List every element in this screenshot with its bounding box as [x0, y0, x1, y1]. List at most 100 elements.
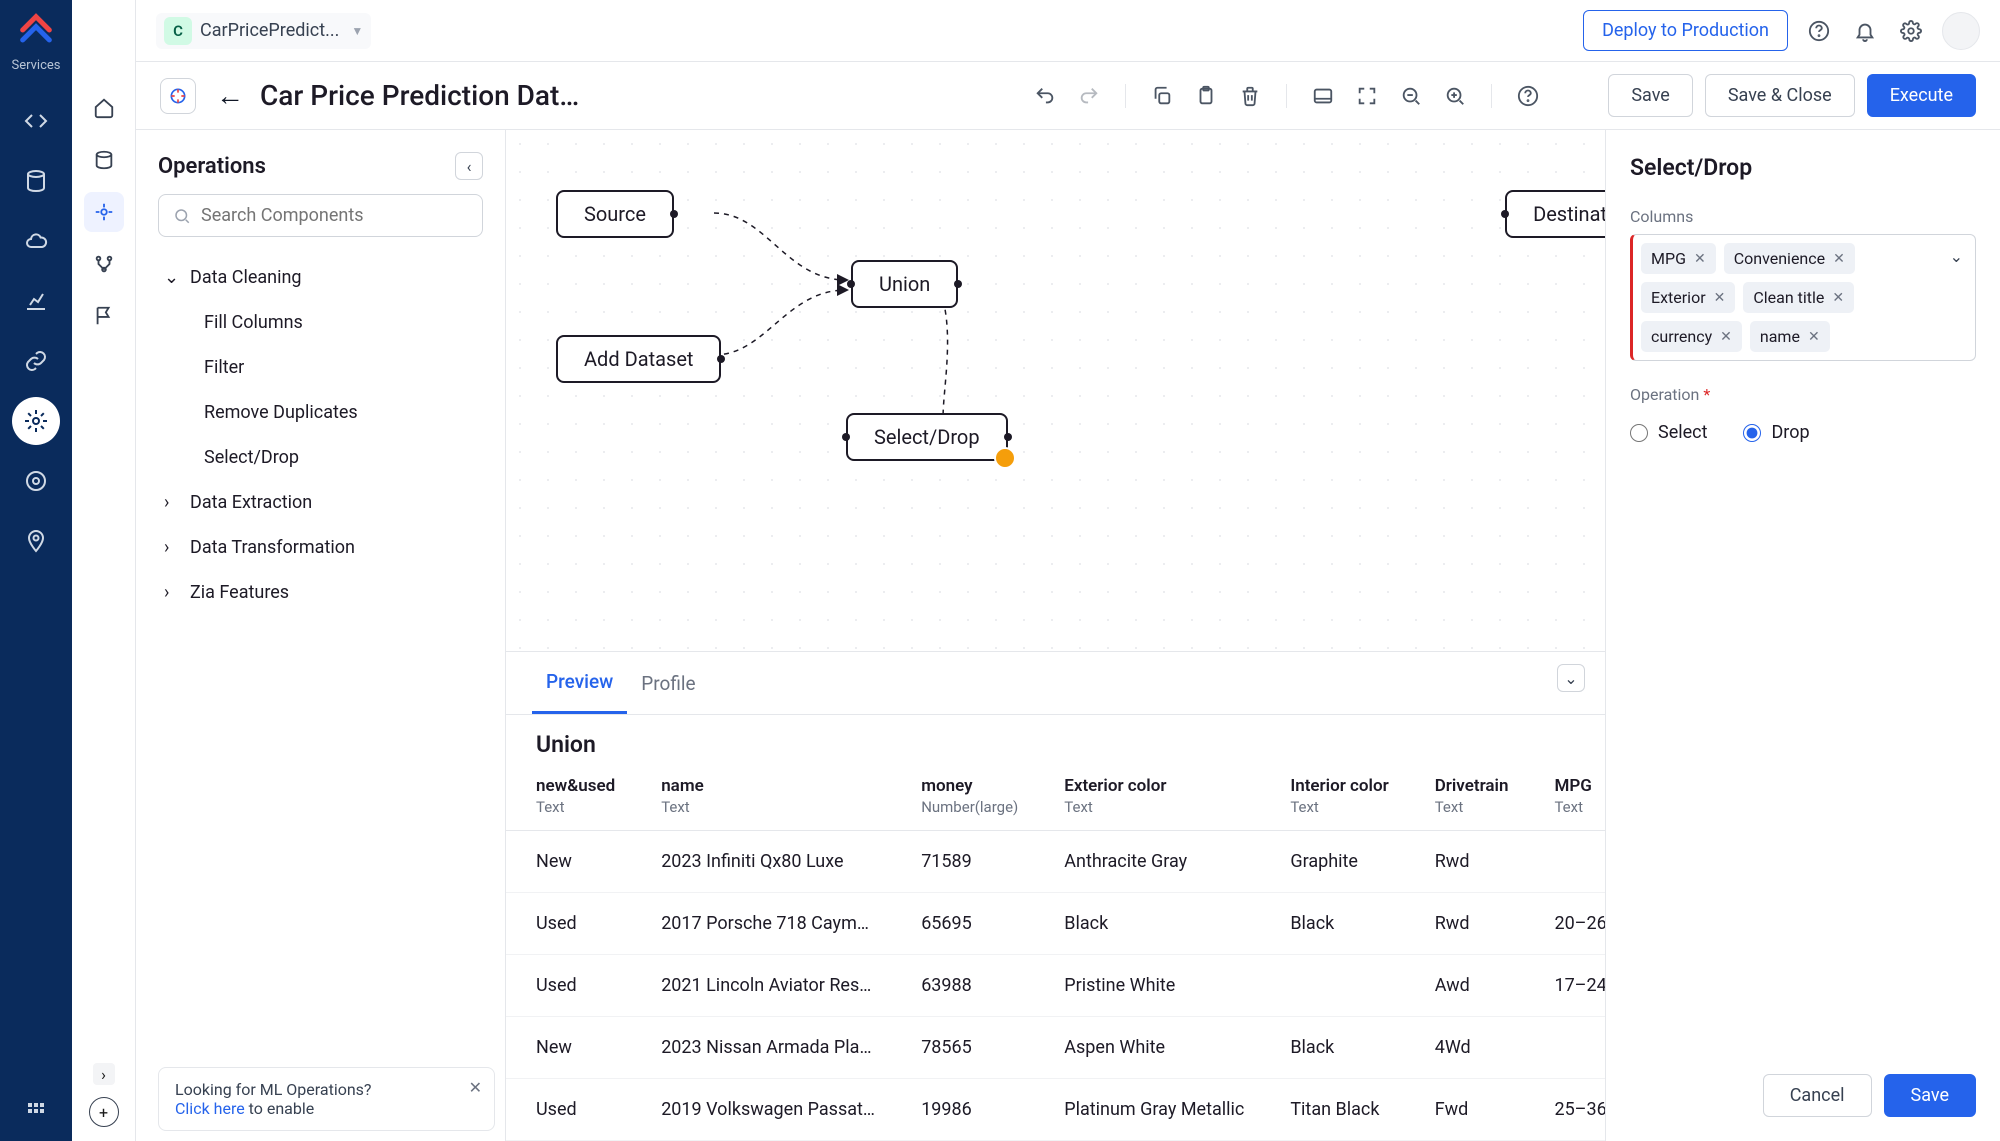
rail-code-icon[interactable]: [12, 97, 60, 145]
undo-icon[interactable]: [1029, 80, 1061, 112]
delete-icon[interactable]: [1234, 80, 1266, 112]
column-header[interactable]: Interior colorText: [1260, 764, 1404, 831]
column-header[interactable]: moneyNumber(large): [891, 764, 1034, 831]
collapse-sidebar-button[interactable]: ‹: [455, 152, 483, 180]
deploy-button[interactable]: Deploy to Production: [1583, 10, 1788, 51]
pipeline-canvas[interactable]: Source Add Dataset Union Select/Drop Des…: [506, 130, 1605, 651]
promo-link[interactable]: Click here: [175, 1099, 245, 1118]
help-icon[interactable]: [1804, 16, 1834, 46]
fullscreen-icon[interactable]: [1351, 80, 1383, 112]
tree-zia-features[interactable]: ›Zia Features: [136, 570, 505, 615]
home-icon[interactable]: [84, 88, 124, 128]
tree-remove-duplicates[interactable]: Remove Duplicates: [136, 390, 505, 435]
gear-icon[interactable]: [1896, 16, 1926, 46]
column-tag[interactable]: MPG✕: [1641, 243, 1716, 274]
save-button[interactable]: Save: [1608, 74, 1693, 117]
back-arrow-icon[interactable]: ←: [216, 79, 244, 112]
project-selector[interactable]: C CarPricePredict... ▼: [156, 13, 371, 49]
execute-button[interactable]: Execute: [1867, 74, 1976, 117]
column-header[interactable]: new&usedText: [506, 764, 631, 831]
tree-data-cleaning[interactable]: ⌄Data Cleaning: [136, 255, 505, 300]
table-cell: Aspen White: [1034, 1017, 1260, 1079]
redo-icon[interactable]: [1073, 80, 1105, 112]
table-row[interactable]: New2023 Nissan Armada Platinum78565Aspen…: [506, 1017, 1605, 1079]
info-icon[interactable]: [1512, 80, 1544, 112]
table-row[interactable]: Used2021 Lincoln Aviator Reserve A...639…: [506, 955, 1605, 1017]
expand-rail-toggle[interactable]: ›: [93, 1063, 115, 1085]
zoom-out-icon[interactable]: [1395, 80, 1427, 112]
column-header[interactable]: Exterior colorText: [1034, 764, 1260, 831]
table-cell: Platinum Gray Metallic: [1034, 1079, 1260, 1141]
flag-icon[interactable]: [84, 296, 124, 336]
radio-select[interactable]: Select: [1630, 422, 1707, 443]
node-add-dataset[interactable]: Add Dataset: [556, 335, 721, 383]
node-source[interactable]: Source: [556, 190, 674, 238]
chevron-down-icon[interactable]: ⌄: [1950, 247, 1963, 266]
rail-plugin-icon[interactable]: [12, 457, 60, 505]
column-tag[interactable]: Exterior✕: [1641, 282, 1735, 313]
search-icon: [173, 207, 191, 225]
rail-location-icon[interactable]: [12, 517, 60, 565]
tree-fill-columns[interactable]: Fill Columns: [136, 300, 505, 345]
tree-filter[interactable]: Filter: [136, 345, 505, 390]
rail-link-icon[interactable]: [12, 337, 60, 385]
column-header[interactable]: MPGText: [1524, 764, 1605, 831]
preview-tabs: Preview Profile ⌄: [506, 652, 1605, 715]
column-tag[interactable]: Clean title✕: [1743, 282, 1854, 313]
panel-save-button[interactable]: Save: [1884, 1074, 1977, 1117]
cancel-button[interactable]: Cancel: [1763, 1074, 1872, 1117]
model-icon[interactable]: [84, 244, 124, 284]
save-close-button[interactable]: Save & Close: [1705, 74, 1855, 117]
tree-select-drop[interactable]: Select/Drop: [136, 435, 505, 480]
remove-tag-icon[interactable]: ✕: [1720, 329, 1732, 345]
remove-tag-icon[interactable]: ✕: [1694, 251, 1706, 267]
node-select-drop[interactable]: Select/Drop: [846, 413, 1008, 461]
fit-icon[interactable]: [1307, 80, 1339, 112]
column-tag[interactable]: name✕: [1750, 321, 1830, 352]
tab-preview[interactable]: Preview: [532, 652, 627, 714]
remove-tag-icon[interactable]: ✕: [1714, 290, 1726, 306]
rail-chart-icon[interactable]: [12, 277, 60, 325]
expand-preview-button[interactable]: ⌄: [1557, 664, 1585, 692]
radio-drop[interactable]: Drop: [1743, 422, 1809, 443]
table-row[interactable]: Used2017 Porsche 718 Cayman S65695BlackB…: [506, 893, 1605, 955]
rail-ml-icon[interactable]: [12, 397, 60, 445]
remove-tag-icon[interactable]: ✕: [1808, 329, 1820, 345]
node-union[interactable]: Union: [851, 260, 958, 308]
search-components[interactable]: [158, 194, 483, 237]
page-title: Car Price Prediction Data P...: [260, 79, 580, 112]
search-input[interactable]: [201, 205, 468, 226]
promo-line2: to enable: [245, 1099, 315, 1118]
table-row[interactable]: New2023 Infiniti Qx80 Luxe71589Anthracit…: [506, 831, 1605, 893]
copy-icon[interactable]: [1146, 80, 1178, 112]
node-destination[interactable]: Destinat: [1505, 190, 1605, 238]
column-tag[interactable]: Convenience✕: [1724, 243, 1855, 274]
paste-icon[interactable]: [1190, 80, 1222, 112]
spark-icon[interactable]: [160, 78, 196, 114]
rail-apps-icon[interactable]: [12, 1087, 60, 1135]
rail-database-icon[interactable]: [12, 157, 60, 205]
zoom-in-icon[interactable]: [1439, 80, 1471, 112]
rail-cloud-icon[interactable]: [12, 217, 60, 265]
tree-data-extraction[interactable]: ›Data Extraction: [136, 480, 505, 525]
bell-icon[interactable]: [1850, 16, 1880, 46]
remove-tag-icon[interactable]: ✕: [1832, 290, 1844, 306]
columns-tagbox[interactable]: ⌄ MPG✕ Convenience✕ Exterior✕ Clean title✕c…: [1630, 234, 1976, 361]
pipeline-icon[interactable]: [84, 192, 124, 232]
table-cell: 20–26: [1524, 893, 1605, 955]
tree-data-transformation[interactable]: ›Data Transformation: [136, 525, 505, 570]
data-icon[interactable]: [84, 140, 124, 180]
table-row[interactable]: Used2019 Volkswagen Passat 2.0T19986Plat…: [506, 1079, 1605, 1141]
table-cell: 65695: [891, 893, 1034, 955]
remove-tag-icon[interactable]: ✕: [1833, 251, 1845, 267]
table-cell: 63988: [891, 955, 1034, 1017]
close-icon[interactable]: ✕: [469, 1078, 482, 1097]
table-cell: 19986: [891, 1079, 1034, 1141]
column-header[interactable]: nameText: [631, 764, 891, 831]
add-button[interactable]: +: [89, 1097, 119, 1127]
avatar[interactable]: [1942, 12, 1980, 50]
table-cell: Black: [1260, 1017, 1404, 1079]
tab-profile[interactable]: Profile: [627, 654, 709, 713]
column-tag[interactable]: currency✕: [1641, 321, 1742, 352]
column-header[interactable]: DrivetrainText: [1405, 764, 1525, 831]
